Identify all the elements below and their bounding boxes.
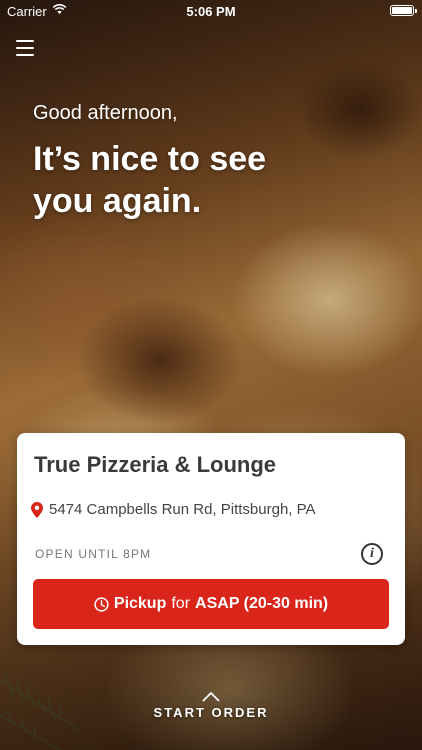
restaurant-card: True Pizzeria & Lounge 5474 Campbells Ru… [17,433,405,645]
status-bar: Carrier 5:06 PM [0,0,422,22]
pickup-button[interactable]: Pickup for ASAP (20-30 min) [33,579,389,629]
greeting-headline: It’s nice to see you again. [33,140,267,220]
clock-time: 5:06 PM [186,4,236,19]
restaurant-name: True Pizzeria & Lounge [34,452,277,477]
start-order-label: START ORDER [153,705,269,720]
chevron-up-icon [202,692,220,702]
opening-hours: OPEN UNTIL 8PM [35,547,152,561]
hamburger-menu-icon[interactable] [16,40,34,56]
pickup-time: ASAP (20-30 min) [195,595,329,612]
pickup-connector: for [171,595,191,612]
location-pin-icon [31,501,43,518]
address-row[interactable]: 5474 Campbells Run Rd, Pittsburgh, PA [31,501,316,518]
info-icon[interactable]: i [361,543,383,565]
start-order-button[interactable]: START ORDER [0,692,422,720]
greeting-salutation: Good afternoon, [33,102,178,124]
restaurant-address: 5474 Campbells Run Rd, Pittsburgh, PA [49,501,316,518]
battery-icon [390,5,417,16]
pickup-mode: Pickup [113,595,167,612]
clock-icon [94,596,109,612]
